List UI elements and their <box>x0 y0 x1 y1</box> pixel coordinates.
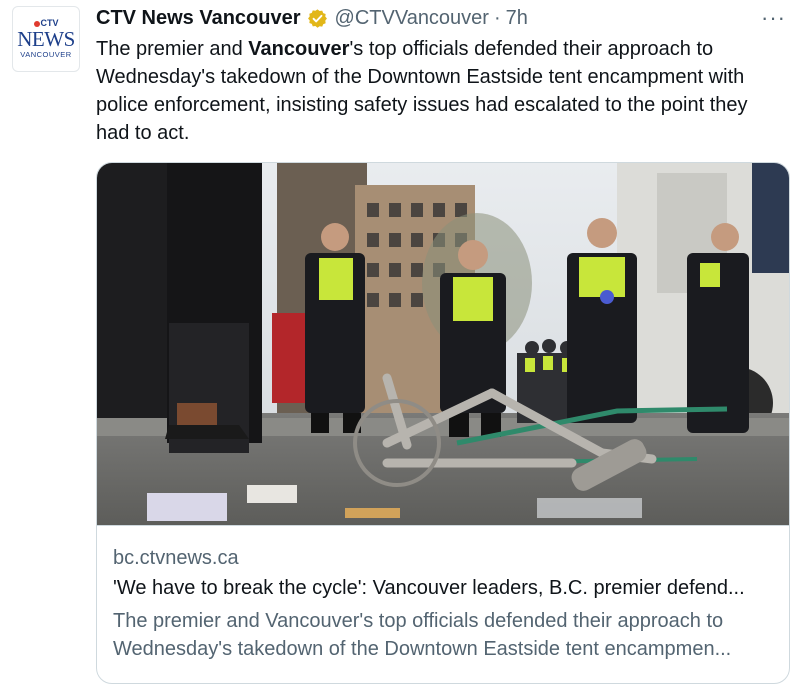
card-domain[interactable]: bc.ctvnews.ca <box>113 547 239 570</box>
more-options-icon[interactable]: ··· <box>761 5 786 31</box>
card-title[interactable]: 'We have to break the cycle': Vancouver … <box>113 577 777 600</box>
tweet-text-bold: Vancouver <box>248 38 350 60</box>
officer-1 <box>305 223 365 433</box>
officer-4 <box>687 223 749 433</box>
vancouver-logo-text: VANCOUVER <box>20 50 72 59</box>
header-separator: · <box>493 7 501 29</box>
street-scene-photo <box>97 163 789 525</box>
account-name[interactable]: CTV News Vancouver <box>96 7 301 30</box>
card-description-line-1: The premier and Vancouver's top official… <box>113 610 724 632</box>
account-avatar[interactable]: CTV NEWS VANCOUVER <box>12 6 80 72</box>
tweet-text-part1: The premier and <box>96 38 249 60</box>
account-handle[interactable]: @CTVVancouver <box>335 7 489 30</box>
card-description-line-2: Wednesday's takedown of the Downtown Eas… <box>113 638 732 660</box>
verified-badge-icon <box>307 8 328 29</box>
news-logo-text: NEWS <box>17 27 75 51</box>
tweet-header: CTV News Vancouver @CTVVancouver · 7h <box>96 7 528 30</box>
link-preview-card[interactable]: bc.ctvnews.ca 'We have to break the cycl… <box>96 162 790 684</box>
tweet-text: The premier and Vancouver's top official… <box>96 35 786 147</box>
card-description: The premier and Vancouver's top official… <box>113 607 777 663</box>
tweet-timestamp[interactable]: 7h <box>506 7 528 30</box>
card-image[interactable] <box>97 163 789 526</box>
